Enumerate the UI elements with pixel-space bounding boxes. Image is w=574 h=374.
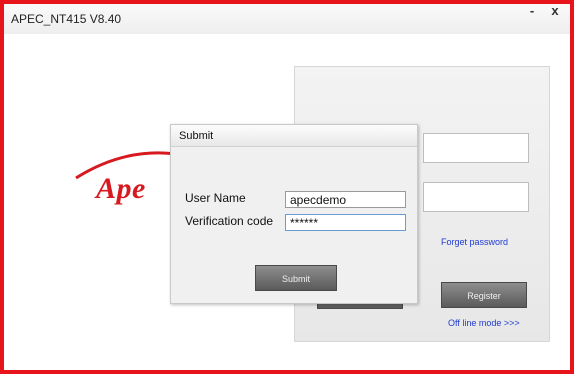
username-input[interactable] <box>285 191 406 208</box>
title-bar[interactable]: APEC_NT415 V8.40 - x <box>4 4 570 34</box>
forget-password-link[interactable]: Forget password <box>441 237 508 247</box>
verification-code-input[interactable] <box>285 214 406 231</box>
app-window: APEC_NT415 V8.40 - x Ape Forget password… <box>0 0 574 374</box>
close-button[interactable]: x <box>547 4 563 20</box>
submit-dialog: Submit User Name Verification code Submi… <box>170 124 418 304</box>
submit-button[interactable]: Submit <box>255 265 337 291</box>
window-title: APEC_NT415 V8.40 <box>11 12 122 26</box>
login-username-input[interactable] <box>423 133 529 163</box>
logo-text: Ape <box>96 172 146 205</box>
offline-mode-link[interactable]: Off line mode >>> <box>448 318 520 328</box>
login-password-input[interactable] <box>423 182 529 212</box>
verification-code-label: Verification code <box>185 214 274 228</box>
minimize-button[interactable]: - <box>524 4 540 20</box>
username-label: User Name <box>185 191 246 205</box>
dialog-title: Submit <box>171 125 417 147</box>
register-button[interactable]: Register <box>441 282 527 308</box>
